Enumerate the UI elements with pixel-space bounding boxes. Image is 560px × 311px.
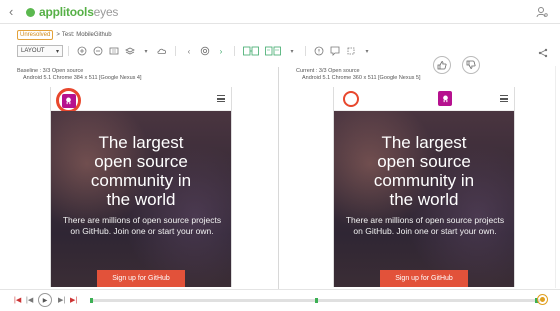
info-icon[interactable] — [314, 46, 324, 56]
site-header — [334, 87, 514, 111]
top-bar: ‹ applitools eyes — [0, 0, 560, 24]
baseline-title: Baseline : 3/3 Open source — [17, 68, 84, 74]
current-screenshot[interactable]: The largest open source community in the… — [333, 87, 515, 287]
current-title: Current : 3/3 Open source — [296, 68, 360, 74]
accept-button[interactable] — [433, 56, 451, 74]
layout-dropdown[interactable]: LAYOUT ▾ — [17, 45, 63, 57]
applitools-eyes-app: ‹ applitools eyes Unresolved > Test: Mob… — [0, 0, 560, 311]
side-by-side-view-icon[interactable] — [243, 46, 259, 56]
hero-section: The largest open source community in the… — [334, 111, 514, 287]
hero-headline: The largest open source community in the… — [90, 133, 192, 209]
previous-step-icon[interactable]: |◀ — [26, 296, 33, 304]
baseline-info: Baseline : 3/3 Open source Android 5.1 C… — [17, 68, 142, 82]
hero-headline: The largest open source community in the… — [373, 133, 475, 209]
logo-secondary-text: eyes — [93, 5, 119, 19]
region-select-icon[interactable] — [346, 46, 356, 56]
baseline-environment: Android 5.1 Chrome 384 x 511 [Google Nex… — [23, 75, 142, 81]
breadcrumb: Unresolved > Test: MobileGithub — [17, 30, 112, 40]
logo-mark-icon — [26, 7, 35, 17]
site-header — [51, 87, 231, 113]
last-step-icon[interactable]: ▶| — [70, 296, 77, 304]
hero-subtext: There are millions of open source projec… — [345, 215, 505, 236]
signup-button: Sign up for GitHub — [380, 270, 468, 287]
zoom-out-icon[interactable] — [93, 46, 103, 56]
cloud-icon[interactable] — [157, 46, 167, 56]
breadcrumb-separator: > — [56, 32, 60, 38]
timeline-track[interactable] — [90, 298, 540, 303]
hero-section: The largest open source community in the… — [51, 111, 231, 287]
step-marker[interactable] — [90, 298, 93, 303]
next-difference-icon[interactable]: › — [216, 46, 226, 56]
annotation-icon[interactable] — [330, 46, 340, 56]
step-timeline: |◀ |◀ ▶ ▶| ▶| — [0, 289, 560, 311]
region-dropdown-icon[interactable]: ▾ — [362, 46, 372, 56]
fit-to-screen-icon[interactable] — [109, 46, 119, 56]
share-icon[interactable] — [538, 45, 548, 63]
chevron-down-icon: ▾ — [55, 48, 59, 55]
current-info: Current : 3/3 Open source Android 5.1 Ch… — [296, 68, 421, 82]
toolbar: LAYOUT ▾ ▾ ‹ › ▾ ▾ — [17, 44, 375, 58]
hero-subtext: There are millions of open source projec… — [62, 215, 222, 236]
compare-view-icon[interactable] — [265, 46, 281, 56]
toolbar-divider — [305, 46, 306, 56]
zoom-in-icon[interactable] — [77, 46, 87, 56]
view-mode-dropdown-icon[interactable]: ▾ — [287, 46, 297, 56]
layers-dropdown-icon[interactable]: ▾ — [141, 46, 151, 56]
step-marker[interactable] — [315, 298, 318, 303]
toolbar-divider — [175, 46, 176, 56]
back-icon[interactable]: ‹ — [9, 4, 13, 19]
first-step-icon[interactable]: |◀ — [14, 296, 21, 304]
next-step-icon[interactable]: ▶| — [58, 296, 65, 304]
current-step-marker[interactable] — [537, 294, 548, 305]
toolbar-divider — [68, 46, 69, 56]
layout-label: LAYOUT — [21, 48, 45, 54]
previous-difference-icon[interactable]: ‹ — [184, 46, 194, 56]
thumbs-up-icon — [437, 61, 447, 70]
thumbs-down-icon — [466, 60, 476, 69]
pane-divider[interactable] — [278, 67, 279, 289]
right-scrollbar[interactable] — [555, 66, 556, 288]
menu-icon — [500, 95, 508, 102]
reject-button[interactable] — [462, 56, 480, 74]
signup-button: Sign up for GitHub — [97, 270, 185, 287]
layers-icon[interactable] — [125, 46, 135, 56]
current-environment: Android 5.1 Chrome 360 x 511 [Google Nex… — [302, 75, 421, 81]
baseline-screenshot[interactable]: The largest open source community in the… — [50, 87, 232, 287]
play-button[interactable]: ▶ — [38, 293, 52, 307]
status-badge[interactable]: Unresolved — [17, 30, 54, 40]
test-name[interactable]: Test: MobileGithub — [62, 32, 112, 38]
github-logo-icon — [56, 88, 81, 113]
missing-logo-highlight-icon — [343, 91, 359, 107]
user-settings-icon[interactable] — [536, 6, 548, 18]
target-difference-icon[interactable] — [200, 46, 210, 56]
toolbar-divider — [234, 46, 235, 56]
logo-primary-text: applitools — [39, 5, 94, 19]
applitools-logo: applitools eyes — [26, 5, 118, 19]
menu-icon — [217, 95, 225, 102]
github-logo-icon — [438, 91, 452, 106]
